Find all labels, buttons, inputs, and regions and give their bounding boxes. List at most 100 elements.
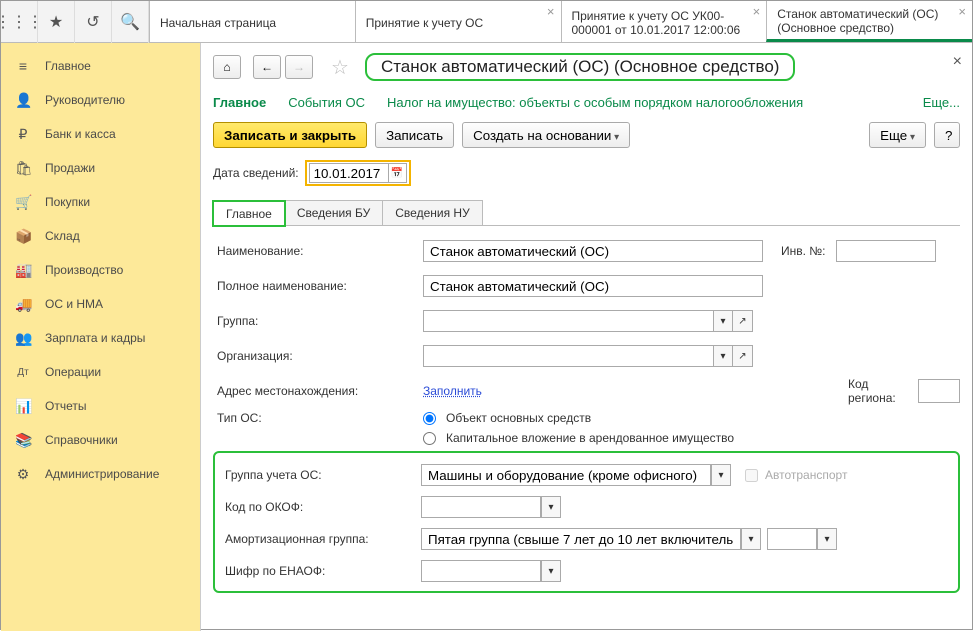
radio-input[interactable]	[423, 412, 436, 425]
back-button[interactable]: ←	[253, 55, 281, 79]
close-icon[interactable]: ×	[753, 5, 761, 19]
content-area: × ⌂ ← → ☆ Станок автоматический (ОС) (Ос…	[201, 43, 972, 631]
close-icon[interactable]: ×	[958, 5, 966, 19]
box-icon: 📦	[15, 228, 31, 245]
sidebar-item-reports[interactable]: 📊Отчеты	[1, 389, 200, 423]
fullname-label: Полное наименование:	[213, 279, 423, 293]
name-input[interactable]	[423, 240, 763, 262]
sidebar-item-salary[interactable]: 👥Зарплата и кадры	[1, 321, 200, 355]
sidebar-item-manager[interactable]: 👤Руководителю	[1, 83, 200, 117]
sidebar-item-purchases[interactable]: 🛒 Покупки	[1, 185, 200, 219]
type-radio-asset[interactable]: Объект основных средств	[423, 411, 734, 425]
sidebar-item-production[interactable]: 🏭 Производство	[1, 253, 200, 287]
checkbox-input	[745, 469, 758, 482]
sidebar-item-label: Склад	[45, 229, 80, 243]
close-icon[interactable]: ×	[953, 53, 962, 71]
amort-label: Амортизационная группа:	[225, 532, 421, 546]
auto-checkbox[interactable]: Автотранспорт	[741, 466, 847, 485]
dropdown-icon[interactable]: ▾	[711, 464, 731, 486]
enaof-input[interactable]	[421, 560, 541, 582]
sidebar-item-main[interactable]: ≡Главное	[1, 49, 200, 83]
amort-ext-input[interactable]	[767, 528, 817, 550]
amort-input[interactable]	[421, 528, 741, 550]
sidebar-item-sales[interactable]: 🛍 Продажи	[1, 151, 200, 185]
factory-icon: 🏭	[15, 262, 31, 279]
inv-input[interactable]	[836, 240, 936, 262]
date-input[interactable]	[309, 163, 389, 183]
dt-icon: Дт	[15, 367, 31, 378]
calendar-icon[interactable]: 📅	[389, 163, 407, 183]
star-icon[interactable]: ★	[38, 1, 75, 43]
create-based-button[interactable]: Создать на основании	[462, 122, 630, 148]
sidebar-item-label: Продажи	[45, 161, 95, 175]
more-button[interactable]: Еще	[869, 122, 926, 148]
person-icon: 👤	[15, 92, 31, 109]
people-icon: 👥	[15, 330, 31, 347]
sidebar-item-label: ОС и НМА	[45, 297, 103, 311]
window-tabs: Начальная страница Принятие к учету ОС× …	[149, 1, 972, 42]
sidebar-item-operations[interactable]: ДтОперации	[1, 355, 200, 389]
close-icon[interactable]: ×	[547, 5, 555, 19]
addr-fill-link[interactable]: Заполнить	[423, 384, 482, 398]
tab-start-page[interactable]: Начальная страница	[149, 1, 355, 42]
dropdown-icon[interactable]: ▾	[541, 496, 561, 518]
org-input[interactable]	[423, 345, 713, 367]
name-label: Наименование:	[213, 244, 423, 258]
bag-icon: 🛍	[15, 160, 31, 177]
open-icon[interactable]: ↗	[733, 310, 753, 332]
home-button[interactable]: ⌂	[213, 55, 241, 79]
tab-os-accept[interactable]: Принятие к учету ОС×	[355, 1, 561, 42]
subtab-main[interactable]: Главное	[213, 201, 285, 226]
okof-input[interactable]	[421, 496, 541, 518]
dropdown-icon[interactable]: ▾	[741, 528, 761, 550]
star-outline-icon[interactable]: ☆	[331, 55, 349, 80]
sidebar-item-ref[interactable]: 📚Справочники	[1, 423, 200, 457]
enaof-label: Шифр по ЕНАОФ:	[225, 564, 421, 578]
dropdown-icon[interactable]: ▾	[713, 345, 733, 367]
subtab-nu[interactable]: Сведения НУ	[382, 200, 482, 225]
acc-group-label: Группа учета ОС:	[225, 468, 421, 482]
history-icon[interactable]: ↺	[75, 1, 112, 43]
fullname-input[interactable]	[423, 275, 763, 297]
dropdown-icon[interactable]: ▾	[541, 560, 561, 582]
date-field-wrap: 📅	[305, 160, 411, 186]
dropdown-icon[interactable]: ▾	[817, 528, 837, 550]
acc-group-input[interactable]	[421, 464, 711, 486]
nav-events[interactable]: События ОС	[288, 95, 365, 110]
dropdown-icon[interactable]: ▾	[713, 310, 733, 332]
menu-icon: ≡	[15, 58, 31, 74]
forward-button[interactable]: →	[285, 55, 313, 79]
region-input[interactable]	[918, 379, 960, 403]
radio-input[interactable]	[423, 432, 436, 445]
write-button[interactable]: Записать	[375, 122, 454, 148]
help-button[interactable]: ?	[934, 122, 960, 148]
nav-tax[interactable]: Налог на имущество: объекты с особым пор…	[387, 95, 803, 110]
type-radio-invest[interactable]: Капитальное вложение в арендованное имущ…	[423, 431, 734, 445]
date-label: Дата сведений:	[213, 166, 299, 180]
sidebar-item-label: Администрирование	[45, 467, 159, 481]
sidebar-item-assets[interactable]: 🚚ОС и НМА	[1, 287, 200, 321]
top-toolbar: ⋮⋮⋮ ★ ↺ 🔍 Начальная страница Принятие к …	[1, 1, 972, 43]
tab-os-accept-doc[interactable]: Принятие к учету ОС УК00-000001 от 10.01…	[561, 1, 767, 42]
group-input[interactable]	[423, 310, 713, 332]
books-icon: 📚	[15, 432, 31, 449]
nav-more[interactable]: Еще...	[923, 95, 960, 110]
sidebar-item-warehouse[interactable]: 📦 Склад	[1, 219, 200, 253]
ruble-icon: ₽	[15, 126, 31, 143]
nav-main[interactable]: Главное	[213, 95, 266, 110]
page-title: Станок автоматический (ОС) (Основное сре…	[365, 53, 796, 81]
sidebar-item-label: Покупки	[45, 195, 90, 209]
apps-icon[interactable]: ⋮⋮⋮	[1, 1, 38, 43]
subtab-bu[interactable]: Сведения БУ	[284, 200, 383, 225]
cart-icon: 🛒	[15, 194, 31, 211]
write-close-button[interactable]: Записать и закрыть	[213, 122, 367, 148]
search-icon[interactable]: 🔍	[112, 1, 149, 43]
gear-icon: ⚙	[15, 466, 31, 483]
sidebar-item-admin[interactable]: ⚙ Администрирование	[1, 457, 200, 491]
sidebar-item-label: Производство	[45, 263, 123, 277]
tab-asset-card[interactable]: Станок автоматический (ОС) (Основное сре…	[766, 1, 972, 42]
sidebar-item-bank[interactable]: ₽Банк и касса	[1, 117, 200, 151]
open-icon[interactable]: ↗	[733, 345, 753, 367]
chart-icon: 📊	[15, 398, 31, 415]
sidebar: ≡Главное 👤Руководителю ₽Банк и касса 🛍 Пр…	[1, 43, 201, 631]
